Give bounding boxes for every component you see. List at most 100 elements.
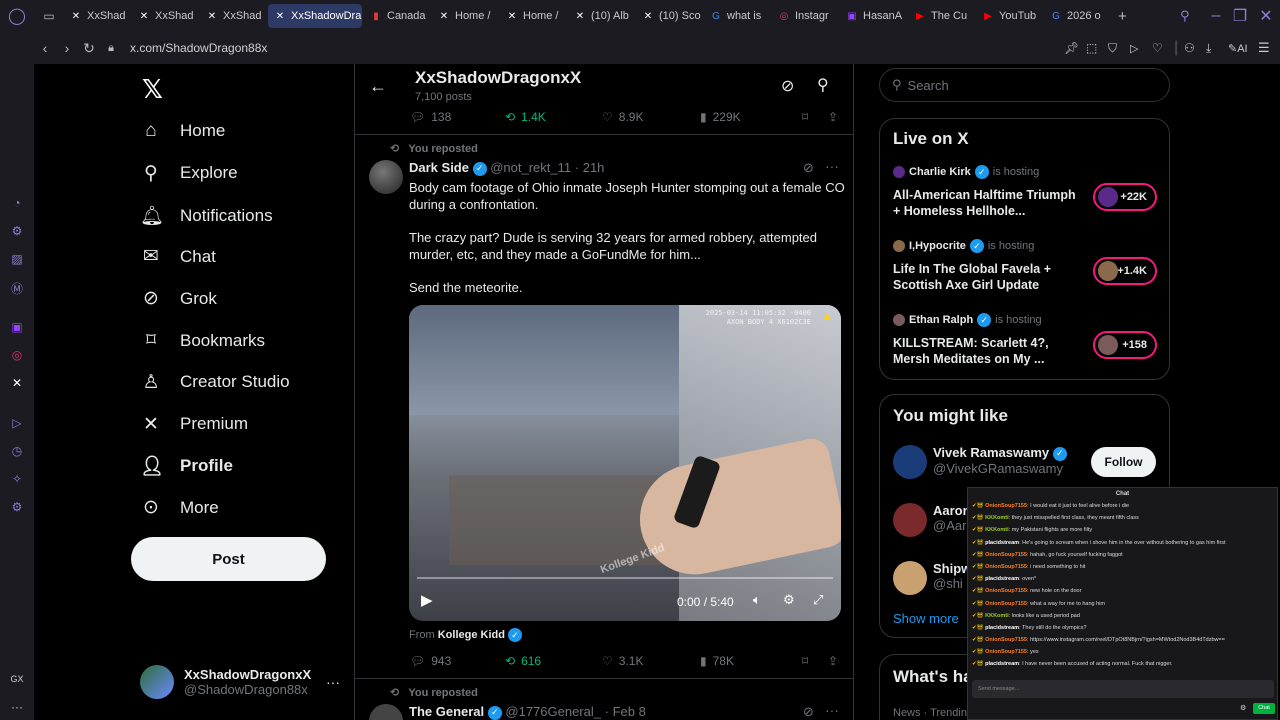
heart-icon[interactable]: ♡	[1152, 41, 1174, 55]
browser-tab[interactable]: ▮ Canada	[364, 4, 430, 28]
reply-button[interactable]: 💬︎ 943	[410, 654, 505, 668]
more-dots-icon[interactable]: ···	[326, 674, 340, 690]
views-button[interactable]: ▮ 229K	[700, 110, 802, 124]
extensions-icon[interactable]: ✧	[9, 472, 25, 488]
browser-tab[interactable]: ✕ XxShad	[64, 4, 130, 28]
account-icon[interactable]: ⚇	[1184, 41, 1206, 55]
chat-username[interactable]: OnionSoup7155	[985, 552, 1027, 558]
sidebar-item-profile[interactable]: 👤︎ Profile	[140, 454, 233, 478]
sidebar-item-more[interactable]: ⊙ More	[140, 496, 219, 519]
browser-tab[interactable]: ✕ (10) Alb	[568, 4, 634, 28]
share-icon[interactable]: ⇪	[828, 110, 838, 124]
video-player[interactable]: 2025-03-14 11:05:32 -0400 AXON BODY 4 X6…	[409, 305, 841, 621]
chat-username[interactable]: OnionSoup7155	[985, 649, 1027, 655]
repost-button[interactable]: ⟲ 616	[505, 654, 602, 668]
browser-tab[interactable]: ✕ XxShad	[200, 4, 266, 28]
x-logo-icon[interactable]: ✕	[9, 376, 25, 392]
browser-tab[interactable]: ▣ HasanA	[840, 4, 906, 28]
account-switcher[interactable]: XxShadowDragonxX @ShadowDragon88x ···	[140, 664, 340, 700]
chat-send-button[interactable]: Chat	[1253, 703, 1275, 714]
sidebar-item-notifications[interactable]: 🔔︎ Notifications	[140, 204, 273, 228]
chat-username[interactable]: placidstream	[985, 576, 1019, 582]
player-icon[interactable]: ▷	[1130, 42, 1152, 55]
more-icon[interactable]: ···	[9, 700, 25, 716]
instagram-icon[interactable]: ◎	[9, 348, 25, 364]
share-icon[interactable]: ⇪	[828, 654, 838, 668]
back-icon[interactable]: ‹	[34, 40, 56, 56]
player-icon[interactable]: ▷	[9, 416, 25, 432]
play-icon[interactable]: ▶	[421, 591, 433, 609]
live-count-badge[interactable]: +22K	[1093, 183, 1157, 211]
chat-username[interactable]: OnionSoup7155	[985, 637, 1027, 643]
more-dots-icon[interactable]: ···	[825, 158, 839, 174]
chat-username[interactable]: OnionSoup7155	[985, 503, 1027, 509]
live-count-badge[interactable]: +158	[1093, 331, 1157, 359]
grok-icon[interactable]: ⊘	[803, 704, 814, 720]
chat-username[interactable]: OnionSoup7155	[985, 601, 1027, 607]
maximize-button[interactable]: ❐	[1228, 6, 1252, 26]
bot-icon[interactable]: ⚙	[9, 224, 25, 240]
reply-button[interactable]: 💬︎ 138	[410, 110, 505, 124]
author-name[interactable]: The General	[409, 704, 484, 719]
close-window-button[interactable]: ✕	[1252, 6, 1280, 26]
clock-icon[interactable]: ◷	[9, 444, 25, 460]
notes-icon[interactable]: ▨	[9, 252, 25, 268]
like-button[interactable]: ♡ 8.9K	[602, 110, 700, 124]
history-icon[interactable]: ◔	[9, 196, 25, 212]
live-item[interactable]: Charlie Kirk ✓ is hosting All-American Half…	[893, 165, 1161, 231]
ai-button[interactable]: ✎AI	[1228, 42, 1258, 55]
search-icon[interactable]: ⚲	[817, 75, 829, 95]
chat-settings-icon[interactable]: ⚙	[1240, 704, 1246, 712]
bookmark-icon[interactable]: ⌑	[802, 654, 828, 668]
volume-icon[interactable]: 🔈︎	[753, 592, 761, 608]
menu-icon[interactable]: ☰	[1258, 40, 1280, 56]
suggestion-name[interactable]: Aaron	[933, 503, 971, 518]
browser-tab[interactable]: ◎ Instagr	[772, 4, 838, 28]
author-name[interactable]: Dark Side	[409, 160, 469, 175]
grok-icon[interactable]: ⊘	[803, 160, 814, 176]
tab-manager-icon[interactable]: ▭	[34, 9, 64, 23]
show-more-link[interactable]: Show more	[893, 611, 959, 626]
author-avatar[interactable]	[369, 704, 403, 720]
browser-logo-icon[interactable]: ◯	[0, 6, 34, 26]
post-button[interactable]: Post	[131, 537, 326, 581]
chat-username[interactable]: placidstream	[985, 625, 1019, 631]
chat-username[interactable]: placidstream	[985, 661, 1019, 667]
url-field[interactable]: x.com/ShadowDragon88x	[130, 41, 267, 55]
sidebar-item-bookmarks[interactable]: ⌑ Bookmarks	[140, 329, 265, 352]
more-dots-icon[interactable]: ···	[825, 702, 839, 718]
live-item[interactable]: I,Hypocrite ✓ is hosting Life In The Global…	[893, 239, 1161, 305]
new-tab-button[interactable]: +	[1118, 8, 1127, 25]
minimize-button[interactable]: –	[1204, 7, 1228, 25]
chat-username[interactable]: placidstream	[985, 540, 1019, 546]
sidebar-item-grok[interactable]: ⊘ Grok	[140, 287, 217, 310]
pin-icon[interactable]: 📌︎	[1064, 41, 1086, 55]
chat-username[interactable]: OnionSoup7155	[985, 564, 1027, 570]
browser-tab[interactable]: ✕ Home /	[432, 4, 498, 28]
gx-icon[interactable]: GX	[9, 674, 25, 690]
browser-tab[interactable]: ✕ Home /	[500, 4, 566, 28]
browser-tab[interactable]: Gwhat is	[704, 4, 770, 28]
forward-icon[interactable]: ›	[56, 40, 78, 56]
browser-tab[interactable]: ✕ (10) Sco	[636, 4, 702, 28]
views-button[interactable]: ▮ 78K	[700, 654, 802, 668]
like-button[interactable]: ♡ 3.1K	[602, 654, 700, 668]
search-input[interactable]: ⚲ Search	[879, 68, 1170, 102]
suggestion-name[interactable]: Shipw	[933, 561, 971, 576]
browser-tab[interactable]: ▶ The Cu	[908, 4, 974, 28]
sidebar-item-premium[interactable]: ✕ Premium	[140, 413, 248, 436]
chat-username[interactable]: OnionSoup7155	[985, 588, 1027, 594]
settings-icon[interactable]: ⚙	[9, 500, 25, 516]
settings-icon[interactable]: ⚙	[783, 592, 795, 608]
post-time[interactable]: 21h	[583, 160, 605, 175]
author-handle[interactable]: @1776General_	[505, 704, 601, 719]
x-logo-icon[interactable]: 𝕏	[142, 74, 163, 105]
video-progress-bar[interactable]	[417, 577, 833, 579]
live-item[interactable]: Ethan Ralph ✓ is hosting KILLSTREAM: Scarle…	[893, 313, 1161, 379]
browser-tab[interactable]: ✕ XxShadowDra	[268, 4, 362, 28]
download-icon[interactable]: ⤓	[1206, 41, 1228, 56]
chat-username[interactable]: KKKomti	[985, 515, 1009, 521]
browser-tab[interactable]: ▶ YouTub	[976, 4, 1042, 28]
twitch-icon[interactable]: ▣	[9, 320, 25, 336]
sidebar-item-home[interactable]: ⌂ Home	[140, 120, 225, 142]
